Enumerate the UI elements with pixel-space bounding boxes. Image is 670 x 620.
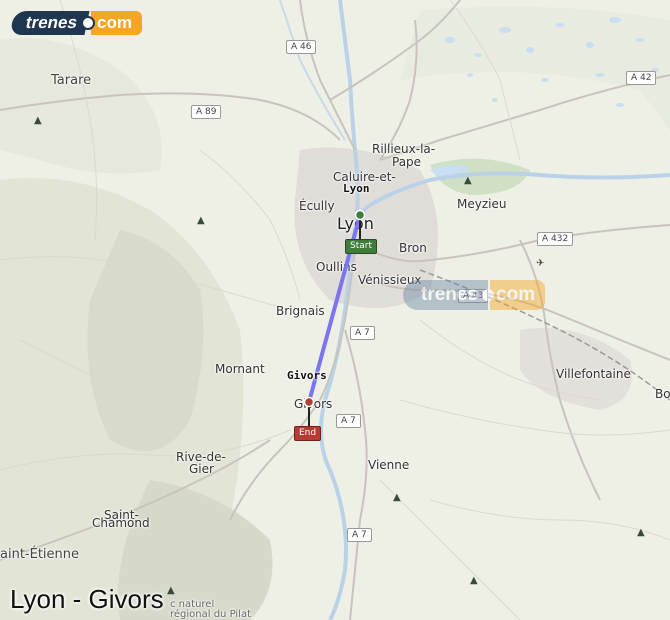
logo-text-1: trenes bbox=[9, 11, 90, 35]
brand-logo[interactable]: trenes com bbox=[9, 10, 142, 36]
route-title: Lyon - Givors bbox=[10, 584, 164, 614]
start-marker-dot[interactable] bbox=[354, 209, 366, 221]
origin-station-label: Lyon bbox=[343, 182, 370, 195]
end-marker-tag[interactable]: End bbox=[294, 426, 322, 441]
destination-station-label: Givors bbox=[287, 369, 327, 382]
route-map[interactable]: Tarare Rillieux-la- Pape Caluire-et- Écu… bbox=[0, 0, 670, 620]
route-overlay bbox=[303, 209, 366, 427]
start-marker-tag[interactable]: Start bbox=[345, 239, 377, 254]
logo-dot bbox=[81, 16, 96, 30]
logo-text-2: com bbox=[91, 11, 142, 35]
end-marker-dot[interactable] bbox=[303, 396, 315, 408]
